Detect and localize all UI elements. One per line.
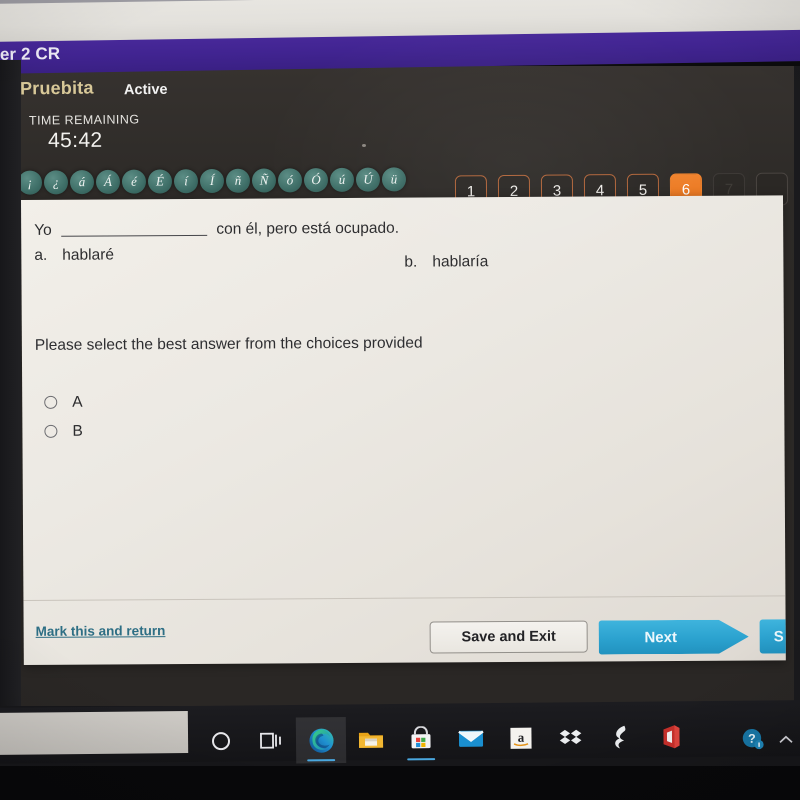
system-tray[interactable]: ? (740, 726, 794, 758)
accent-key-1[interactable]: ¿ (43, 170, 69, 195)
screen-photo: ps://r23.core.learn.edgenuity.com/Player… (0, 0, 800, 800)
chevron-up-icon[interactable] (778, 733, 794, 750)
instruction-text: Please select the best answer from the c… (34, 334, 423, 354)
monitor-bezel (0, 766, 800, 800)
question-stem-before: Yo (34, 221, 52, 239)
office-icon[interactable] (646, 714, 696, 760)
amazon-icon[interactable]: a (496, 715, 546, 761)
question-panel: Yo con él, pero está ocupado. a. hablaré … (21, 195, 786, 665)
lesson-title: Pruebita (19, 77, 94, 99)
answer-choice-label: A (72, 393, 83, 411)
cortana-icon[interactable] (196, 718, 246, 764)
question-stem-after: con él, pero está ocupado. (216, 219, 400, 238)
answer-choice-a[interactable]: A (44, 388, 83, 417)
answer-choice-b[interactable]: B (44, 417, 83, 446)
mail-icon[interactable] (446, 716, 496, 762)
microsoft-store-icon[interactable] (396, 716, 446, 762)
answer-choice-list[interactable]: AB (44, 388, 83, 446)
file-explorer-icon[interactable] (346, 716, 396, 762)
bezel-left (0, 60, 21, 706)
timer-value: 45:42 (47, 128, 103, 153)
taskbar-search-box[interactable] (0, 711, 189, 755)
svg-text:a: a (518, 730, 525, 745)
accent-key-13[interactable]: Ú (355, 167, 381, 192)
accent-key-8[interactable]: ñ (225, 168, 251, 193)
accent-key-7[interactable]: Í (199, 168, 225, 194)
option-a-text: hablaré (62, 246, 115, 264)
radio-button-b[interactable] (44, 424, 58, 438)
accent-key-11[interactable]: Ó (303, 167, 329, 193)
question-option-b: b. hablaría (404, 253, 488, 272)
bezel-right (794, 66, 800, 706)
task-view-icon[interactable] (246, 717, 296, 763)
edge-icon[interactable] (295, 716, 347, 764)
timer-label: TIME REMAINING (28, 112, 140, 128)
dropbox-icon[interactable] (546, 715, 596, 761)
submit-button[interactable]: S (759, 619, 786, 654)
accent-key-14[interactable]: ü (381, 167, 407, 192)
question-option-a: a. hablaré (34, 246, 114, 264)
dust-speck (362, 144, 366, 147)
help-icon[interactable]: ? (740, 726, 766, 757)
radio-button-a[interactable] (44, 395, 58, 409)
accent-key-9[interactable]: Ñ (251, 168, 277, 193)
lightning-icon[interactable] (596, 714, 646, 760)
answer-choice-label: B (72, 422, 83, 440)
accent-key-6[interactable]: í (173, 169, 199, 194)
accent-key-5[interactable]: É (147, 169, 173, 194)
accent-key-0[interactable]: ¡ (17, 170, 43, 195)
taskbar-icon-group[interactable]: a (196, 714, 696, 765)
lesson-state-badge: Active (123, 81, 168, 99)
save-and-exit-button[interactable]: Save and Exit (429, 620, 588, 654)
accent-key-2[interactable]: á (69, 170, 95, 195)
accent-key-12[interactable]: ú (329, 167, 355, 192)
mark-this-and-return-link[interactable]: Mark this and return (36, 623, 166, 639)
accent-character-toolbar[interactable]: ¡ ¿ á Áé Éí Íñ Ñó Óú Úü (17, 167, 407, 195)
question-stem: Yo con él, pero está ocupado. (34, 220, 399, 240)
option-b-label: b. (404, 253, 418, 271)
next-button[interactable]: Next (599, 620, 749, 655)
footer-divider (23, 595, 786, 601)
answer-blank (61, 223, 208, 237)
option-b-text: hablaría (432, 253, 489, 271)
accent-key-10[interactable]: ó (277, 168, 303, 193)
accent-key-4[interactable]: é (121, 169, 147, 194)
option-a-label: a. (34, 246, 48, 264)
accent-key-3[interactable]: Á (95, 169, 121, 195)
